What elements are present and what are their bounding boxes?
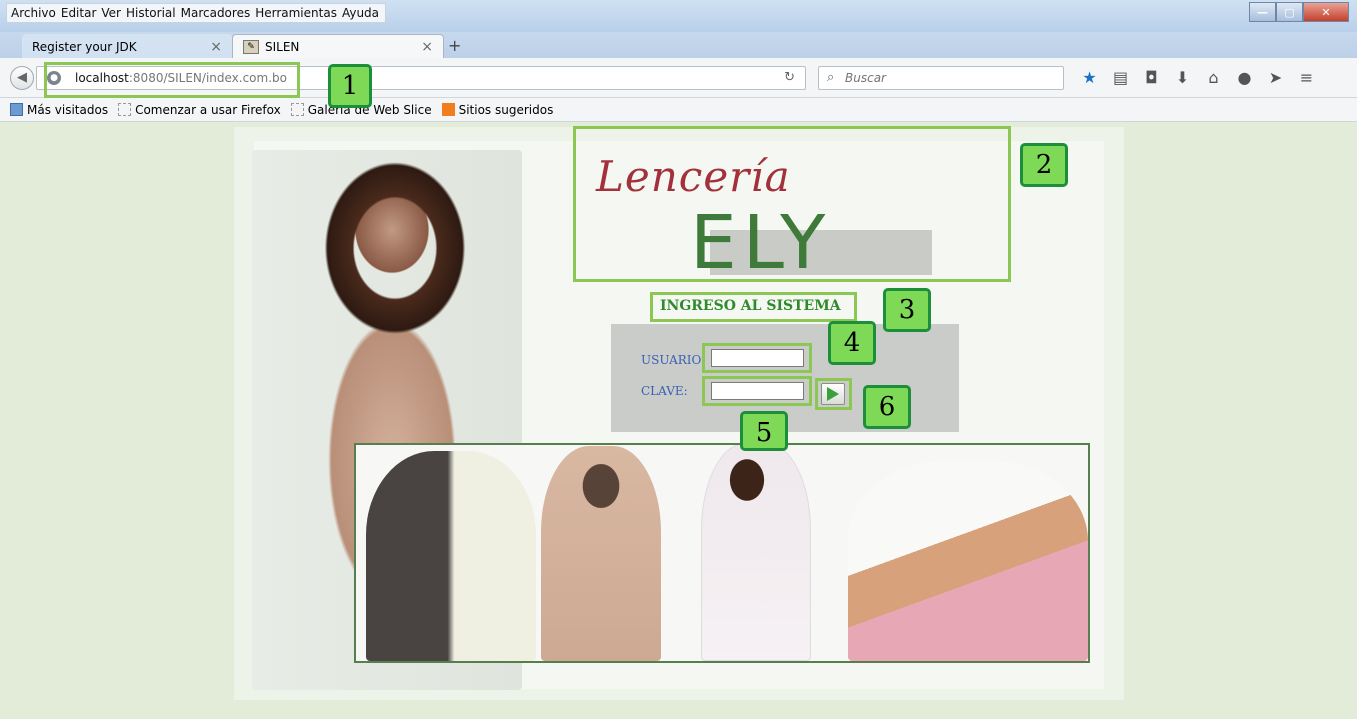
back-button[interactable]: ◀ — [10, 66, 34, 90]
menu-ayuda[interactable]: Ayuda — [342, 4, 384, 22]
annotation-highlight-title — [650, 292, 857, 322]
annotation-badge-5: 5 — [740, 411, 788, 451]
pocket-icon[interactable]: ◘ — [1136, 68, 1167, 87]
home-icon[interactable]: ⌂ — [1198, 68, 1229, 87]
annotation-highlight-submit — [815, 378, 852, 410]
tab-register-jdk[interactable]: Register your JDK × — [22, 34, 232, 59]
toolbar-icons: ★ ▤ ◘ ⬇ ⌂ ● ➤ ≡ — [1074, 68, 1322, 87]
send-icon[interactable]: ➤ — [1260, 68, 1291, 87]
gallery-photo-white-babydoll — [701, 445, 811, 661]
gallery-photo-duo — [366, 451, 536, 661]
download-icon[interactable]: ⬇ — [1167, 68, 1198, 87]
reload-icon[interactable]: ↻ — [784, 70, 795, 85]
annotation-badge-4: 4 — [828, 321, 876, 365]
window-titlebar: Archivo Editar Ver Historial Marcadores … — [0, 0, 1357, 32]
menu-herramientas[interactable]: Herramientas — [255, 4, 342, 22]
close-window-button[interactable]: ✕ — [1303, 2, 1349, 22]
reading-list-icon[interactable]: ▤ — [1105, 68, 1136, 87]
bookmark-label: Sitios sugeridos — [458, 102, 554, 117]
url-host: localhost — [75, 71, 129, 85]
menu-ver[interactable]: Ver — [101, 4, 126, 22]
bookmark-label: Más visitados — [27, 102, 109, 117]
annotation-highlight-password — [702, 376, 812, 406]
minimize-button[interactable]: — — [1249, 2, 1276, 22]
page-icon — [290, 103, 304, 116]
globe-icon: ● — [47, 71, 61, 85]
page-icon — [118, 103, 132, 116]
annotation-badge-2: 2 — [1020, 143, 1068, 187]
url-text[interactable]: localhost:8080/SILEN/index.com.bo — [75, 71, 287, 85]
menu-editar[interactable]: Editar — [61, 4, 102, 22]
gallery-photo-reclining — [848, 461, 1088, 661]
menu-historial[interactable]: Historial — [126, 4, 181, 22]
bookmark-star-icon[interactable]: ★ — [1074, 68, 1105, 87]
tab-close-icon[interactable]: × — [210, 39, 222, 55]
search-input[interactable] — [845, 69, 1055, 87]
tab-close-icon[interactable]: × — [421, 39, 433, 55]
navigation-bar: ◀ ● localhost:8080/SILEN/index.com.bo ↻ … — [0, 58, 1357, 98]
tab-silen[interactable]: ✎ SILEN × — [232, 34, 444, 59]
password-label: CLAVE: — [641, 384, 688, 398]
annotation-highlight-username — [702, 343, 812, 373]
url-bar[interactable]: ● localhost:8080/SILEN/index.com.bo ↻ — [36, 66, 806, 90]
menu-archivo[interactable]: Archivo — [11, 4, 61, 22]
chat-icon[interactable]: ● — [1229, 68, 1260, 87]
menu-marcadores[interactable]: Marcadores — [181, 4, 256, 22]
annotation-highlight-logo — [573, 126, 1011, 282]
hamburger-menu-icon[interactable]: ≡ — [1291, 68, 1322, 87]
gallery-banner — [354, 443, 1090, 663]
maximize-button[interactable]: ▢ — [1276, 2, 1303, 22]
new-tab-button[interactable]: + — [448, 36, 461, 55]
username-label: USUARIO: — [641, 353, 706, 367]
menu-bar: Archivo Editar Ver Historial Marcadores … — [6, 3, 386, 23]
search-icon: ⌕ — [827, 70, 835, 85]
tab-label: Register your JDK — [32, 39, 137, 54]
suggested-sites-icon — [441, 103, 455, 116]
annotation-badge-6: 6 — [863, 385, 911, 429]
url-path: :8080/SILEN/index.com.bo — [128, 71, 287, 85]
annotation-badge-3: 3 — [883, 288, 931, 332]
tab-strip: Register your JDK × ✎ SILEN × — [0, 32, 1357, 59]
window-controls: — ▢ ✕ — [1249, 2, 1349, 22]
page-favicon-icon: ✎ — [243, 40, 259, 54]
bookmarks-bar: Más visitados Comenzar a usar Firefox Ga… — [0, 98, 1357, 122]
bookmark-comenzar-firefox[interactable]: Comenzar a usar Firefox — [118, 103, 281, 117]
search-bar[interactable]: ⌕ — [818, 66, 1064, 90]
bookmark-mas-visitados[interactable]: Más visitados — [10, 103, 108, 117]
model-photo-hair — [300, 148, 490, 368]
tab-label: SILEN — [265, 40, 300, 54]
most-visited-icon — [10, 103, 23, 116]
gallery-photo-brunette — [541, 446, 661, 661]
bookmark-sitios-sugeridos[interactable]: Sitios sugeridos — [441, 102, 554, 117]
bookmark-label: Comenzar a usar Firefox — [135, 102, 281, 117]
annotation-badge-1: 1 — [328, 64, 372, 108]
